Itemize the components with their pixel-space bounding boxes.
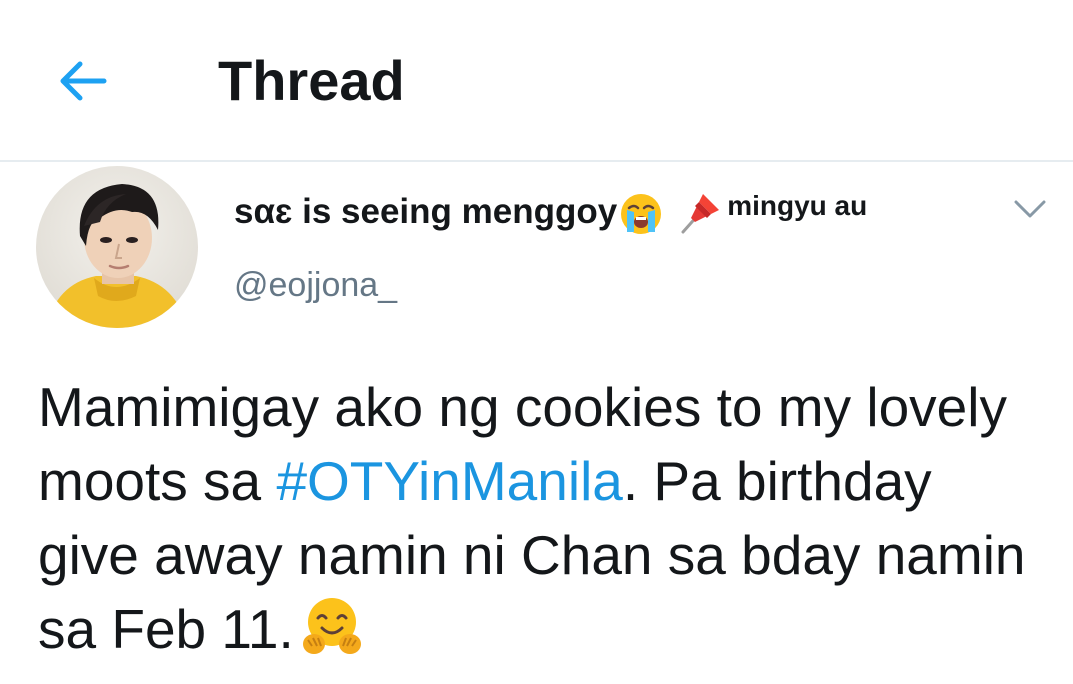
tweet-text: Mamimigay ako ng cookies to my lovely mo… [38,370,1038,666]
page-title: Thread [218,49,405,112]
avatar[interactable] [36,166,198,328]
display-name-suffix: mingyu au [727,190,868,221]
user-handle[interactable]: @eojjona_ [234,262,397,308]
tweet-options-button[interactable] [1010,192,1050,224]
tweet[interactable]: sαɛ is seeing menggoy mingyu au @eojjona… [0,162,1073,684]
loudly-crying-face-icon [619,192,663,236]
chevron-down-icon [1014,200,1046,218]
hashtag-link[interactable]: #OTYinManila [276,450,622,512]
back-button[interactable] [52,50,114,112]
thread-header: Thread [0,0,1073,162]
hugging-face-icon [300,594,364,658]
display-name[interactable]: sαɛ is seeing menggoy [234,188,617,236]
display-name-row[interactable]: sαɛ is seeing menggoy mingyu au [234,188,867,244]
pushpin-icon [677,188,725,236]
arrow-left-icon [60,61,107,101]
